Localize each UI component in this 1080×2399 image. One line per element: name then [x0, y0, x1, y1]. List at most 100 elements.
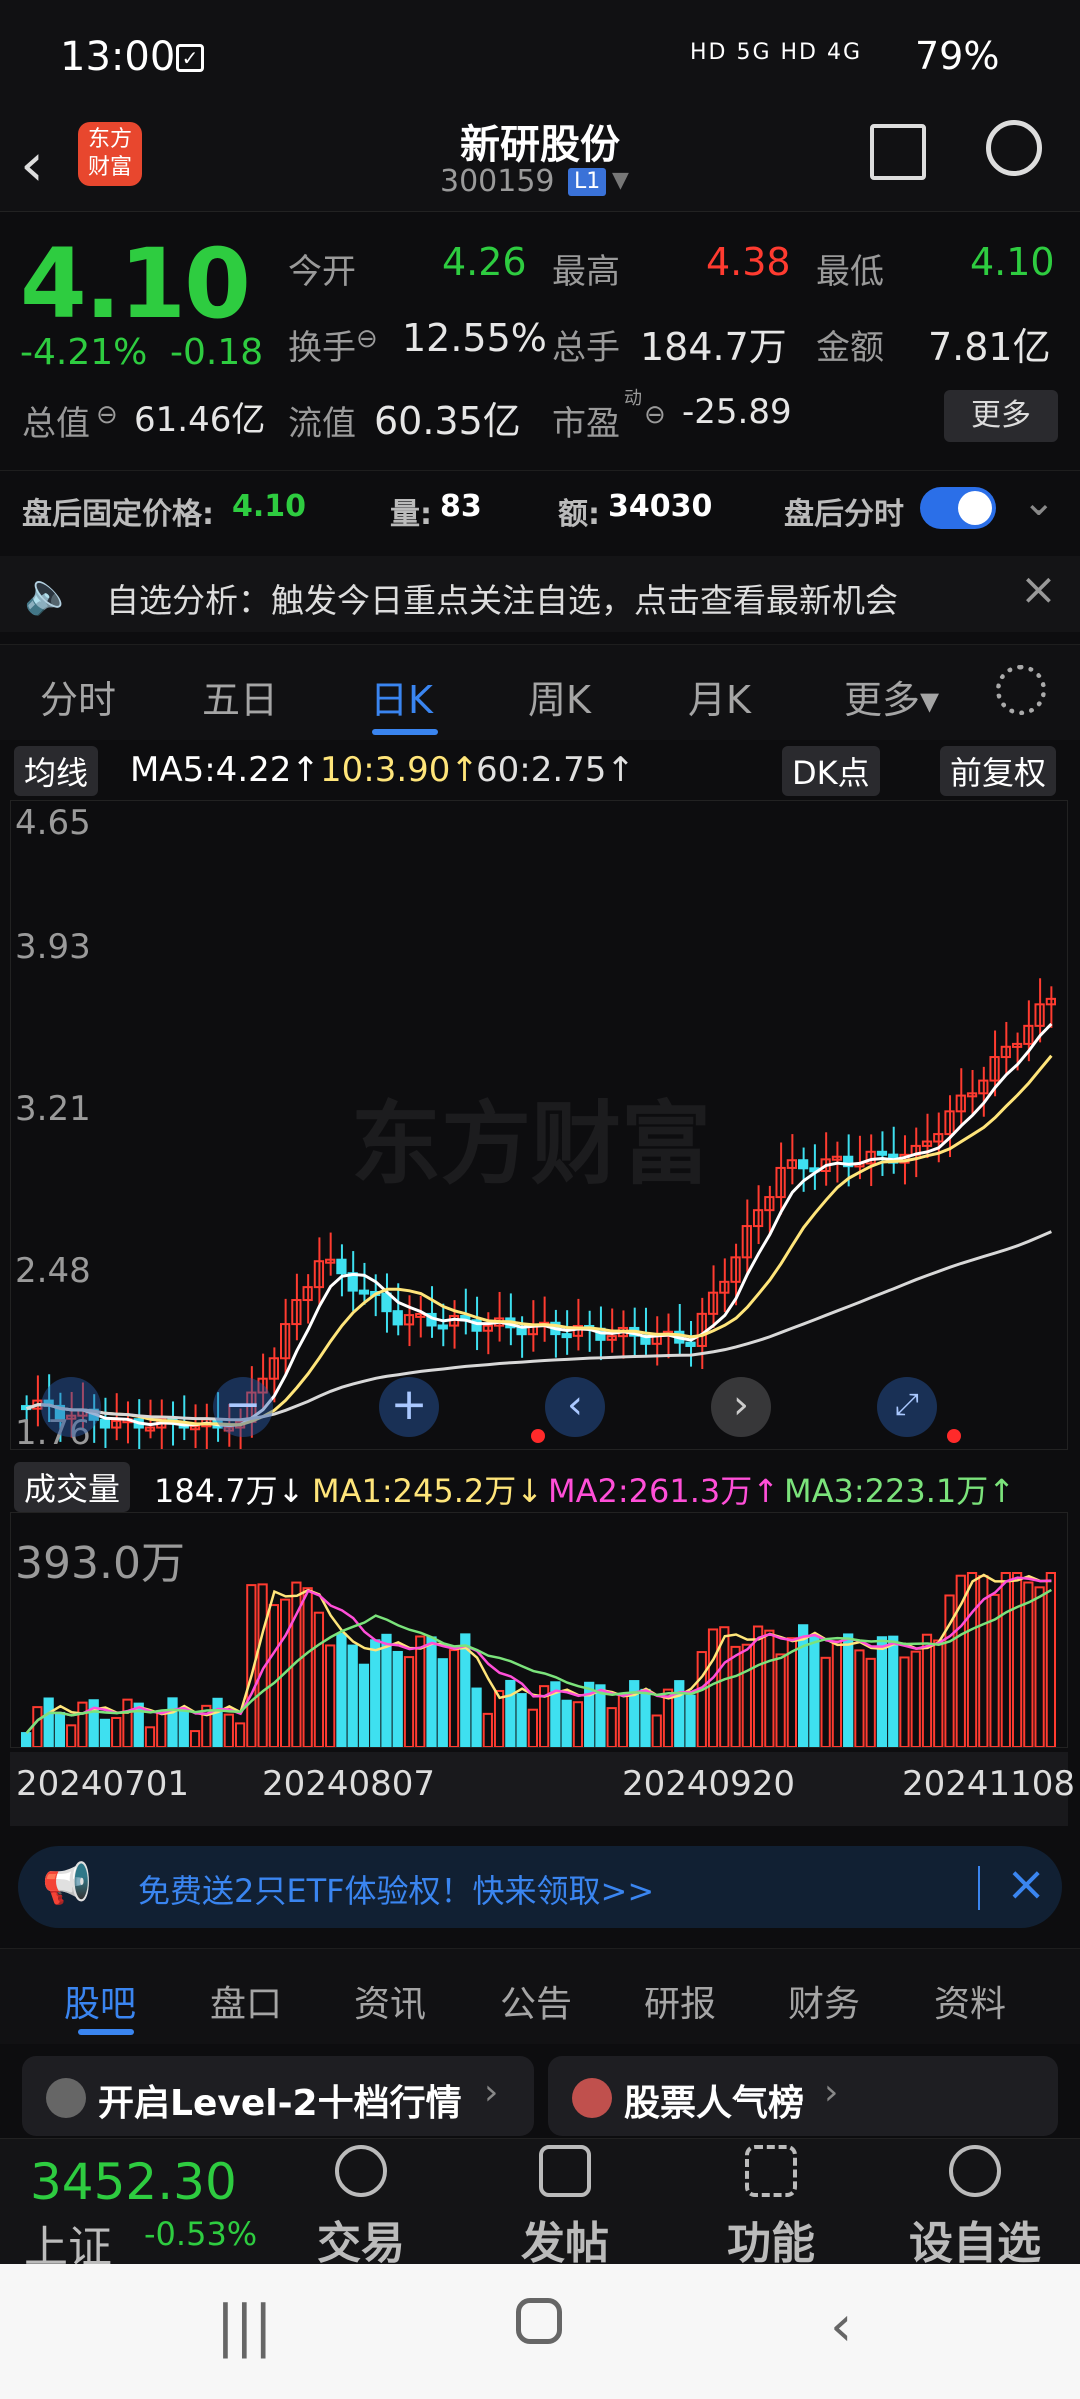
volume-bar	[313, 1611, 325, 1748]
info-icon[interactable]: ⊖	[356, 324, 378, 354]
vol-ma2: MA2:261.3万↑	[548, 1472, 780, 1510]
tab-financials[interactable]: 财务	[788, 1975, 860, 2027]
volume-bar	[933, 1639, 944, 1748]
more-dots-icon	[949, 2145, 1001, 2197]
volume-bar	[178, 1707, 189, 1749]
more-button[interactable]: 更多	[944, 390, 1058, 442]
volume-bar	[527, 1708, 539, 1749]
date-tick: 20241108	[902, 1764, 1076, 1804]
tab-week-k[interactable]: 周K	[528, 669, 591, 724]
popularity-card[interactable]: 股票人气榜 ›	[548, 2056, 1058, 2136]
fullscreen-icon[interactable]: ⤢	[877, 1377, 937, 1437]
date-axis: 20240701 20240807 20240920 20241108	[10, 1752, 1075, 1826]
tab-more[interactable]: 更多▾	[844, 669, 939, 724]
chevron-down-icon[interactable]: ⌄	[1022, 479, 1056, 525]
level-badge[interactable]: L1	[568, 168, 607, 196]
home-icon[interactable]	[516, 2298, 562, 2344]
candle-body	[798, 1159, 809, 1170]
status-bar: 13:00 ✓ HD 5G HD 4G 79%	[0, 0, 1080, 112]
info-icon[interactable]: ⊖	[644, 400, 666, 430]
ma5-readout: MA5:4.22↑	[130, 750, 320, 790]
change-percent: -4.21%	[20, 332, 148, 373]
post-button[interactable]: 发帖	[490, 2145, 640, 2271]
level2-card[interactable]: 开启Level-2十档行情 ›	[22, 2056, 534, 2136]
close-icon[interactable]: ×	[1020, 564, 1057, 615]
tab-research[interactable]: 研报	[644, 1975, 716, 2027]
dk-point-button[interactable]: DK点	[782, 746, 880, 796]
close-icon[interactable]: ×	[1006, 1856, 1046, 1912]
kline-chart[interactable]: 东方财富 4.65 3.93 3.21 2.48 1.76 − + ‹ › ⤢	[10, 800, 1068, 1453]
volume-bar	[831, 1640, 843, 1748]
zoom-out-button[interactable]	[41, 1377, 101, 1437]
volume-bar	[66, 1724, 77, 1748]
recent-apps-icon[interactable]: |||	[216, 2294, 273, 2359]
level2-card-label: 开启Level-2十档行情	[98, 2083, 462, 2124]
notice-banner[interactable]: 🔈 自选分析：触发今日重点关注自选，点击查看最新机会 ×	[0, 556, 1080, 632]
ah-price: 4.10	[232, 489, 307, 524]
volume-bar	[1045, 1572, 1057, 1748]
tab-news[interactable]: 资讯	[354, 1975, 426, 2027]
volume-bar	[809, 1634, 820, 1748]
promo-text: 免费送2只ETF体验权！快来领取>>	[138, 1872, 655, 1910]
info-icon[interactable]: ⊖	[96, 400, 118, 430]
volume-bar	[234, 1722, 246, 1748]
clock: 13:00	[60, 34, 176, 80]
volume-bar	[606, 1707, 617, 1749]
volume-bar	[505, 1679, 516, 1749]
volume-bar	[392, 1650, 403, 1749]
volume-bar	[54, 1711, 66, 1749]
minus-icon[interactable]: −	[213, 1377, 273, 1437]
ma-selector[interactable]: 均线	[14, 746, 99, 796]
volume-bar	[798, 1624, 809, 1748]
marker-dot	[947, 1429, 961, 1443]
volume-bar	[1034, 1586, 1045, 1749]
gear-icon[interactable]	[996, 665, 1046, 715]
float-value: 60.35亿	[374, 399, 521, 443]
ah-amt: 34030	[608, 489, 713, 524]
candle-body	[336, 1258, 347, 1275]
volume-current: 184.7万↓	[154, 1472, 305, 1510]
volume-bar	[764, 1629, 775, 1748]
plus-icon[interactable]: +	[379, 1377, 439, 1437]
tab-announcements[interactable]: 公告	[500, 1975, 572, 2027]
volume-bar	[370, 1639, 381, 1748]
pe-label: 市盈	[552, 404, 620, 444]
tab-intraday[interactable]: 分时	[40, 669, 116, 724]
trade-button[interactable]: 交易	[286, 2145, 436, 2271]
functions-button[interactable]: 功能	[696, 2145, 846, 2271]
tab-orderbook[interactable]: 盘口	[210, 1975, 282, 2027]
volume-bar	[888, 1635, 899, 1748]
chevron-right-icon[interactable]: ›	[711, 1377, 771, 1437]
tab-forum[interactable]: 股吧	[64, 1975, 136, 2027]
tab-month-k[interactable]: 月K	[688, 669, 751, 724]
share-icon[interactable]	[870, 124, 926, 180]
y-tick: 4.65	[15, 803, 91, 843]
signal-icons: HD 5G HD 4G	[690, 40, 863, 65]
promo-banner[interactable]: 📢 免费送2只ETF体验权！快来领取>> ×	[18, 1846, 1062, 1928]
chevron-left-icon[interactable]: ‹	[545, 1377, 605, 1437]
volume-bar	[730, 1645, 741, 1748]
pe-dynamic-sup: 动	[624, 388, 642, 409]
after-hours-toggle[interactable]	[920, 487, 996, 529]
mcap-label: 总值	[22, 404, 90, 444]
volume-selector[interactable]: 成交量	[14, 1462, 131, 1512]
ah-toggle-label: 盘后分时	[784, 497, 904, 532]
volume-label: 总手	[552, 328, 620, 368]
index-value[interactable]: 3452.30	[30, 2153, 237, 2211]
ma-legend: 均线 MA5:4.22↑ 10:3.90↑ 60:2.75↑ DK点 前复权	[0, 742, 1080, 796]
volume-bar	[336, 1632, 347, 1748]
search-icon[interactable]	[986, 120, 1042, 176]
tab-profile[interactable]: 资料	[934, 1975, 1006, 2027]
popularity-card-label: 股票人气榜	[624, 2083, 805, 2124]
add-watchlist-button[interactable]: 设自选	[900, 2145, 1050, 2271]
price-adjust-button[interactable]: 前复权	[940, 746, 1057, 796]
tab-five-day[interactable]: 五日	[202, 669, 278, 724]
volume-bar	[921, 1633, 933, 1748]
caret-down-icon[interactable]: ▼	[612, 168, 629, 193]
back-icon[interactable]: ‹	[830, 2294, 852, 2359]
volume-bar	[640, 1688, 651, 1748]
high-value: 4.38	[706, 240, 791, 284]
volume-bar	[77, 1701, 88, 1748]
volume-chart[interactable]: 393.0万	[10, 1512, 1068, 1749]
tab-day-k[interactable]: 日K	[370, 669, 433, 724]
